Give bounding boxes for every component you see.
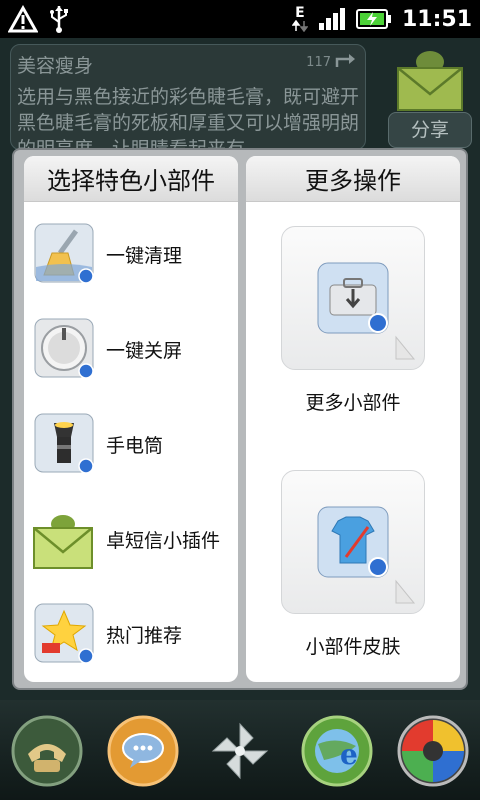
signal-icon: [318, 8, 345, 30]
dock-bar: e: [0, 700, 480, 800]
list-item-label: 手电筒: [106, 434, 164, 457]
status-left: [8, 4, 70, 34]
featured-widgets-title: 选择特色小部件: [24, 156, 238, 202]
status-right: E 11:51: [291, 5, 472, 32]
featured-widgets-column: 选择特色小部件 一键清理 一键关屏 手电筒 卓短信小插件 热门推荐: [24, 156, 238, 682]
message-count: 117: [306, 55, 331, 70]
widget-skin-tile[interactable]: [281, 470, 425, 614]
widget-side: 分享: [388, 44, 472, 150]
list-item-label: 一键关屏: [106, 339, 183, 362]
warning-icon: [8, 5, 38, 33]
more-widgets-tile[interactable]: [281, 226, 425, 370]
flashlight-icon: [34, 413, 94, 474]
pinwheel-icon[interactable]: [203, 714, 277, 788]
corner-arrow-icon: [395, 579, 416, 604]
share-arrow-icon: [335, 54, 355, 67]
widget-picker-dialog: 选择特色小部件 一键清理 一键关屏 手电筒 卓短信小插件 热门推荐 更多操作 更…: [12, 148, 468, 690]
sms-widget-background: 美容瘦身 117 选用与黑色接近的彩色睫毛膏，既可避开黑色睫毛膏的死板和厚重又可…: [10, 44, 366, 150]
toolbox-download-icon: [317, 262, 389, 334]
list-item-flashlight[interactable]: 手电筒: [24, 399, 238, 489]
list-item-sms-widget[interactable]: 卓短信小插件: [24, 494, 238, 584]
more-actions-column: 更多操作 更多小部件 小部件皮肤: [246, 156, 460, 682]
power-knob-icon: [34, 318, 94, 379]
network-type: E: [295, 5, 305, 21]
list-item-one-key-screen-off[interactable]: 一键关屏: [24, 304, 238, 394]
list-item-label: 热门推荐: [106, 624, 183, 647]
tshirt-paint-icon: [317, 506, 389, 578]
android-sms-envelope-icon: [33, 515, 93, 569]
widget-message-text: 选用与黑色接近的彩色睫毛膏，既可避开黑色睫毛膏的死板和厚重又可以增强明朗的明亮度…: [17, 86, 360, 150]
color-wheel-icon[interactable]: [396, 714, 470, 788]
share-button[interactable]: 分享: [388, 112, 472, 148]
phone-icon[interactable]: [10, 714, 84, 788]
widget-skin-label: 小部件皮肤: [305, 636, 401, 658]
more-actions-title: 更多操作: [246, 156, 460, 202]
status-bar: E 11:51: [0, 0, 480, 38]
broom-icon: [34, 223, 94, 284]
usb-icon: [50, 6, 68, 33]
svg-text:e: e: [340, 738, 358, 771]
list-item-hot-recommend[interactable]: 热门推荐: [24, 589, 238, 679]
list-item-one-key-clean[interactable]: 一键清理: [24, 209, 238, 299]
more-widgets-label: 更多小部件: [305, 392, 401, 414]
globe-e-icon[interactable]: e: [300, 714, 374, 788]
battery-charging-icon: [355, 9, 391, 29]
data-arrows-icon: [291, 20, 308, 32]
network-indicator: E: [291, 5, 308, 32]
hot-star-icon: [34, 603, 94, 664]
message-bubble-icon[interactable]: [106, 714, 180, 788]
list-item-label: 卓短信小插件: [106, 529, 221, 552]
android-envelope-icon: [397, 51, 463, 111]
corner-arrow-icon: [395, 335, 416, 360]
list-item-label: 一键清理: [106, 244, 183, 267]
clock: 11:51: [401, 6, 472, 32]
